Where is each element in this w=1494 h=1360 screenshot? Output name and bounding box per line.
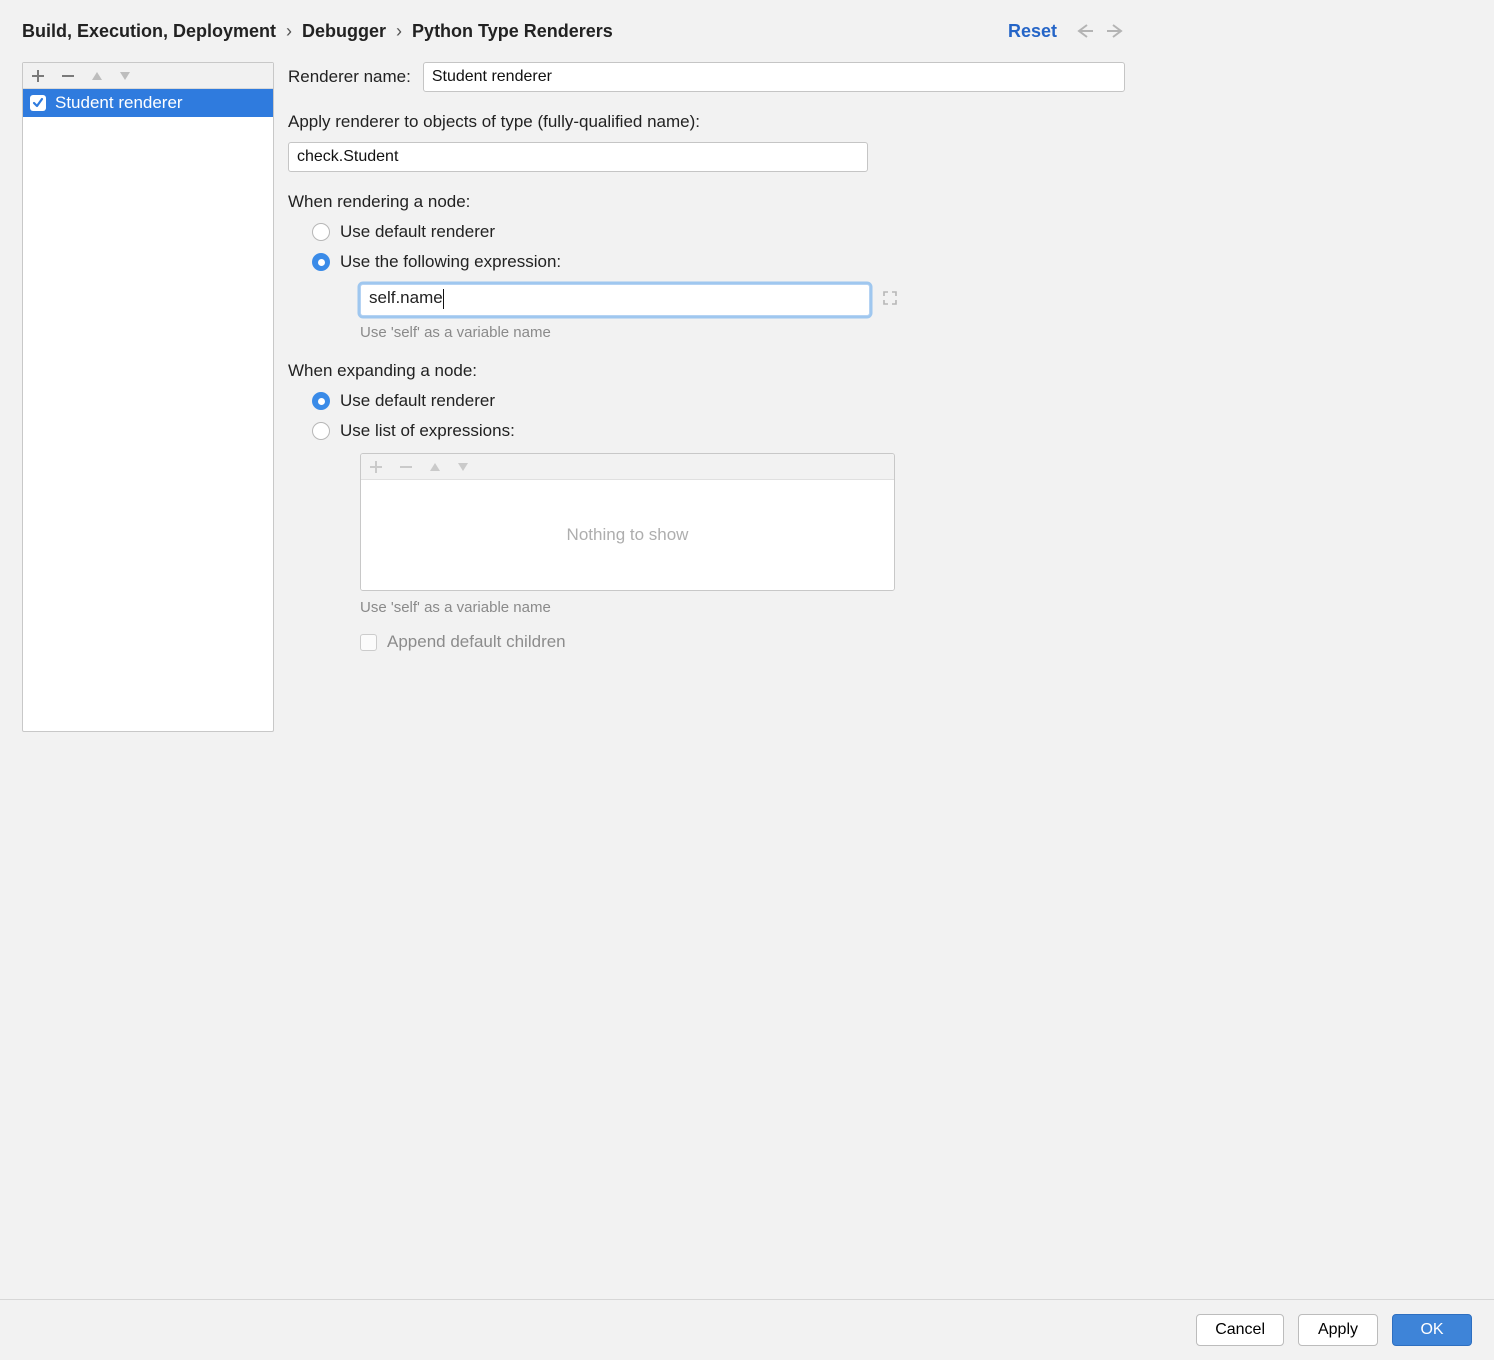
reset-link[interactable]: Reset [1008,21,1057,42]
cancel-button[interactable]: Cancel [1196,1314,1284,1346]
remove-icon[interactable] [61,69,75,83]
apply-type-label: Apply renderer to objects of type (fully… [288,112,1125,132]
expand-list-radio[interactable] [312,422,330,440]
move-up-icon [91,71,103,81]
renderer-name-label: Renderer name: [288,67,411,87]
render-expression-radio[interactable] [312,253,330,271]
move-down-icon [457,462,469,472]
expand-list-radio-label: Use list of expressions: [340,421,515,441]
move-up-icon [429,462,441,472]
render-default-radio-label: Use default renderer [340,222,495,242]
expression-input[interactable]: self.name [360,284,870,316]
remove-icon [399,460,413,474]
breadcrumb: Build, Execution, Deployment › Debugger … [22,21,613,42]
renderer-name-input[interactable] [423,62,1125,92]
breadcrumb-item-current: Python Type Renderers [412,21,613,42]
render-expression-radio-label: Use the following expression: [340,252,561,272]
breadcrumb-item-debugger[interactable]: Debugger [302,21,386,42]
dialog-footer: Cancel Apply OK [0,1299,1494,1360]
expression-list-hint: Use 'self' as a variable name [360,599,1125,616]
expand-expression-icon[interactable] [882,290,898,311]
expand-default-radio-label: Use default renderer [340,391,495,411]
breadcrumb-item-build[interactable]: Build, Execution, Deployment [22,21,276,42]
renderer-list-toolbar [23,63,273,89]
renderer-item-label: Student renderer [55,93,183,113]
text-caret [443,289,445,309]
forward-arrow-icon [1105,23,1125,39]
renderer-checkbox[interactable] [30,95,46,111]
append-children-label: Append default children [387,632,566,652]
expand-default-radio[interactable] [312,392,330,410]
chevron-right-icon: › [286,21,292,42]
ok-button[interactable]: OK [1392,1314,1472,1346]
expression-list-panel: Nothing to show [360,453,895,591]
move-down-icon [119,71,131,81]
expression-hint: Use 'self' as a variable name [360,324,1125,341]
render-node-heading: When rendering a node: [288,192,1125,212]
append-children-checkbox [360,634,377,651]
header: Build, Execution, Deployment › Debugger … [22,14,1125,48]
add-icon [369,460,383,474]
add-icon[interactable] [31,69,45,83]
expression-list-toolbar [361,454,894,480]
apply-button[interactable]: Apply [1298,1314,1378,1346]
expression-list-empty: Nothing to show [361,480,894,590]
renderer-list-item[interactable]: Student renderer [23,89,273,117]
renderer-list-panel: Student renderer [22,62,274,732]
chevron-right-icon: › [396,21,402,42]
type-name-input[interactable] [288,142,868,172]
back-arrow-icon [1075,23,1095,39]
renderer-form: Renderer name: Apply renderer to objects… [288,62,1125,652]
expand-node-heading: When expanding a node: [288,361,1125,381]
render-default-radio[interactable] [312,223,330,241]
